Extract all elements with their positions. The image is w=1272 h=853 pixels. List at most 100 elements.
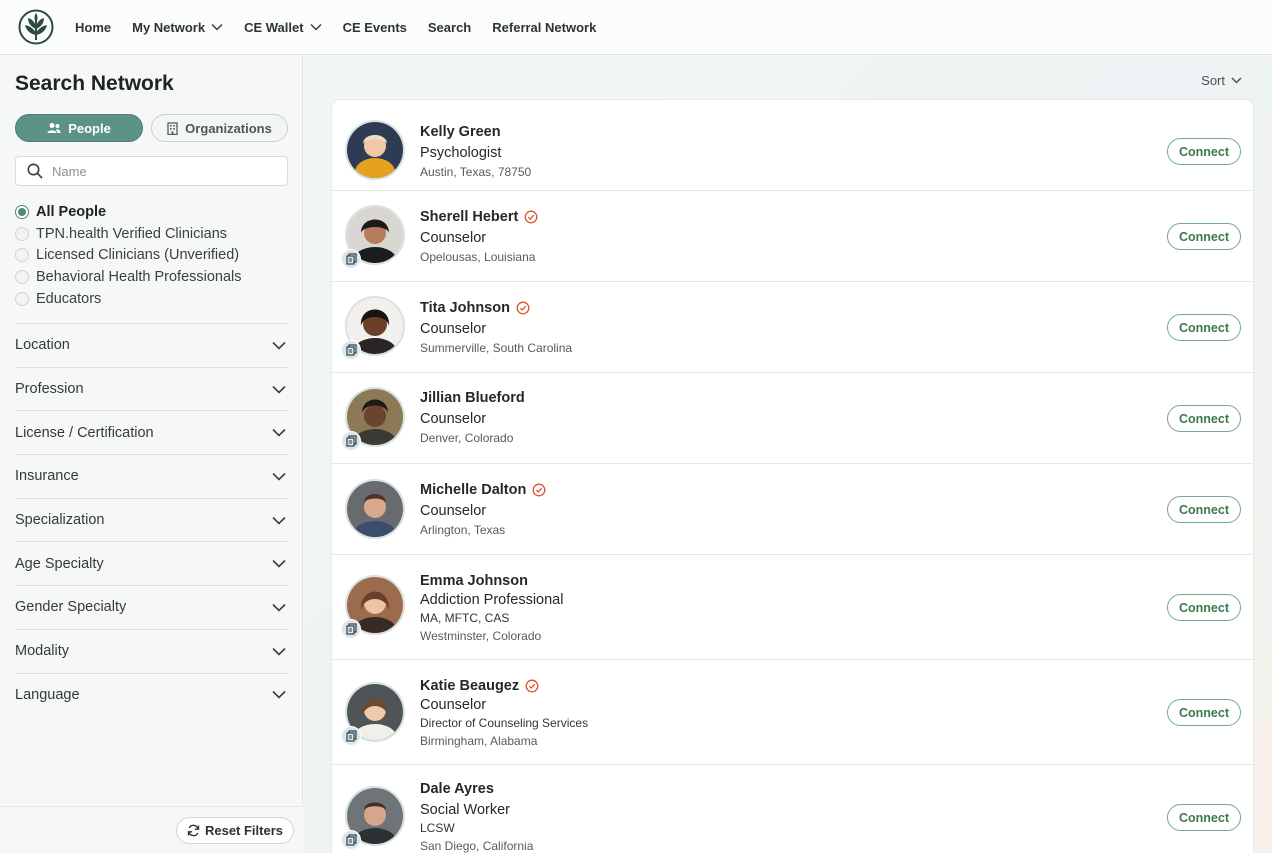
profile-name-line: Jillian Blueford bbox=[420, 390, 525, 406]
profile-name[interactable]: Emma Johnson bbox=[420, 573, 528, 589]
connect-label: Connect bbox=[1179, 705, 1229, 720]
radio-licensed-unverified[interactable]: Licensed Clinicians (Unverified) bbox=[15, 244, 242, 266]
radio-label: TPN.health Verified Clinicians bbox=[36, 225, 228, 242]
nav-search[interactable]: Search bbox=[428, 20, 471, 35]
filter-label: Specialization bbox=[15, 512, 105, 529]
connect-button[interactable]: Connect bbox=[1167, 223, 1241, 250]
search-filters-sidebar: Search Network People Organizations All … bbox=[0, 56, 303, 853]
reset-filters-label: Reset Filters bbox=[204, 823, 284, 838]
chevron-down-icon bbox=[272, 690, 286, 699]
connect-button[interactable]: Connect bbox=[1167, 496, 1241, 523]
profile-name[interactable]: Michelle Dalton bbox=[420, 482, 526, 498]
chevron-down-icon bbox=[272, 472, 286, 481]
top-navigation-bar: Home My Network CE Wallet CE Events Sear… bbox=[0, 0, 1272, 55]
avatar[interactable] bbox=[341, 296, 405, 360]
connect-button[interactable]: Connect bbox=[1167, 314, 1241, 341]
search-input[interactable] bbox=[52, 163, 287, 179]
list-item[interactable]: Emma Johnson Addiction Professional MA, … bbox=[332, 555, 1253, 660]
profile-name[interactable]: Tita Johnson bbox=[420, 300, 510, 316]
filter-license-certification[interactable]: License / Certification bbox=[15, 410, 288, 454]
chevron-down-icon bbox=[272, 647, 286, 656]
filter-specialization[interactable]: Specialization bbox=[15, 497, 288, 542]
profile-location: Austin, Texas, 78750 bbox=[420, 165, 532, 179]
tab-organizations[interactable]: Organizations bbox=[151, 114, 288, 142]
list-item[interactable]: Katie Beaugez Counselor Director of Coun… bbox=[332, 660, 1253, 765]
filter-profession[interactable]: Profession bbox=[15, 366, 288, 411]
profile-location: Denver, Colorado bbox=[420, 431, 514, 445]
chevron-down-icon bbox=[272, 559, 286, 568]
nav-referral-network-label: Referral Network bbox=[492, 19, 597, 35]
document-badge-icon bbox=[341, 340, 361, 360]
filter-insurance[interactable]: Insurance bbox=[15, 454, 288, 498]
list-item[interactable]: Tita Johnson Counselor Summerville, Sout… bbox=[332, 282, 1253, 373]
filter-modality[interactable]: Modality bbox=[15, 628, 288, 673]
avatar[interactable] bbox=[341, 682, 405, 746]
avatar[interactable] bbox=[341, 786, 405, 850]
radio-behavioral-health[interactable]: Behavioral Health Professionals bbox=[15, 266, 242, 288]
profile-info: Kelly Green Psychologist Austin, Texas, … bbox=[420, 124, 531, 179]
connect-button[interactable]: Connect bbox=[1167, 804, 1241, 831]
avatar[interactable] bbox=[345, 120, 405, 180]
profile-name-line: Kelly Green bbox=[420, 124, 531, 140]
radio-button[interactable] bbox=[15, 269, 29, 284]
avatar[interactable] bbox=[341, 205, 405, 269]
avatar[interactable] bbox=[341, 387, 405, 451]
profile-name[interactable]: Sherell Hebert bbox=[420, 209, 518, 225]
filter-location[interactable]: Location bbox=[15, 323, 288, 367]
radio-all-people[interactable]: All People bbox=[15, 201, 242, 223]
connect-label: Connect bbox=[1179, 810, 1229, 825]
list-item[interactable]: Kelly Green Psychologist Austin, Texas, … bbox=[332, 100, 1253, 191]
list-item[interactable]: Dale Ayres Social Worker LCSW San Diego,… bbox=[332, 765, 1253, 853]
radio-button[interactable] bbox=[15, 248, 29, 263]
chevron-down-icon bbox=[272, 428, 286, 437]
verified-check-icon bbox=[532, 483, 546, 497]
tab-people-label: People bbox=[68, 120, 111, 136]
list-item[interactable]: Michelle Dalton Counselor Arlington, Tex… bbox=[332, 464, 1253, 555]
tree-logo-icon[interactable] bbox=[18, 9, 54, 45]
filter-language[interactable]: Language bbox=[15, 672, 288, 717]
list-item[interactable]: Sherell Hebert Counselor Opelousas, Loui… bbox=[332, 191, 1253, 282]
profile-name[interactable]: Kelly Green bbox=[420, 124, 501, 140]
nav-referral-network[interactable]: Referral Network bbox=[492, 20, 596, 35]
profile-name[interactable]: Dale Ayres bbox=[420, 781, 494, 797]
document-badge-icon bbox=[341, 726, 361, 746]
profile-location: Birmingham, Alabama bbox=[420, 734, 538, 748]
sort-dropdown[interactable]: Sort bbox=[1201, 73, 1242, 88]
avatar[interactable] bbox=[345, 479, 405, 539]
filter-label: License / Certification bbox=[15, 424, 154, 441]
radio-button[interactable] bbox=[15, 204, 29, 219]
profile-info: Jillian Blueford Counselor Denver, Color… bbox=[420, 390, 525, 445]
profile-name[interactable]: Katie Beaugez bbox=[420, 678, 519, 694]
search-icon bbox=[27, 163, 43, 179]
reset-filters-button[interactable]: Reset Filters bbox=[176, 817, 294, 844]
filter-label: Language bbox=[15, 686, 80, 703]
radio-educators[interactable]: Educators bbox=[15, 288, 242, 310]
verified-check-icon bbox=[524, 210, 538, 224]
profile-role: Psychologist bbox=[420, 145, 502, 161]
radio-verified-clinicians[interactable]: TPN.health Verified Clinicians bbox=[15, 223, 242, 245]
nav-home[interactable]: Home bbox=[75, 20, 111, 35]
connect-label: Connect bbox=[1179, 144, 1229, 159]
nav-ce-wallet[interactable]: CE Wallet bbox=[244, 20, 322, 35]
avatar[interactable] bbox=[341, 575, 405, 639]
profile-role: Addiction Professional bbox=[420, 592, 564, 608]
tab-people[interactable]: People bbox=[15, 114, 143, 142]
nav-ce-events[interactable]: CE Events bbox=[343, 20, 407, 35]
radio-button[interactable] bbox=[15, 291, 29, 306]
filter-age-specialty[interactable]: Age Specialty bbox=[15, 541, 288, 585]
connect-button[interactable]: Connect bbox=[1167, 405, 1241, 432]
connect-button[interactable]: Connect bbox=[1167, 594, 1241, 621]
filter-gender-specialty[interactable]: Gender Specialty bbox=[15, 585, 288, 629]
profile-name[interactable]: Jillian Blueford bbox=[420, 390, 525, 406]
nav-my-network[interactable]: My Network bbox=[132, 20, 223, 35]
connect-label: Connect bbox=[1179, 502, 1229, 517]
profile-info: Tita Johnson Counselor Summerville, Sout… bbox=[420, 300, 572, 355]
filter-label: Location bbox=[15, 337, 70, 354]
list-item[interactable]: Jillian Blueford Counselor Denver, Color… bbox=[332, 373, 1253, 464]
connect-button[interactable]: Connect bbox=[1167, 699, 1241, 726]
chevron-down-icon bbox=[211, 23, 223, 31]
radio-button[interactable] bbox=[15, 226, 29, 241]
connect-button[interactable]: Connect bbox=[1167, 138, 1241, 165]
profile-role: Counselor bbox=[420, 503, 487, 519]
profile-name-line: Sherell Hebert bbox=[420, 209, 538, 225]
